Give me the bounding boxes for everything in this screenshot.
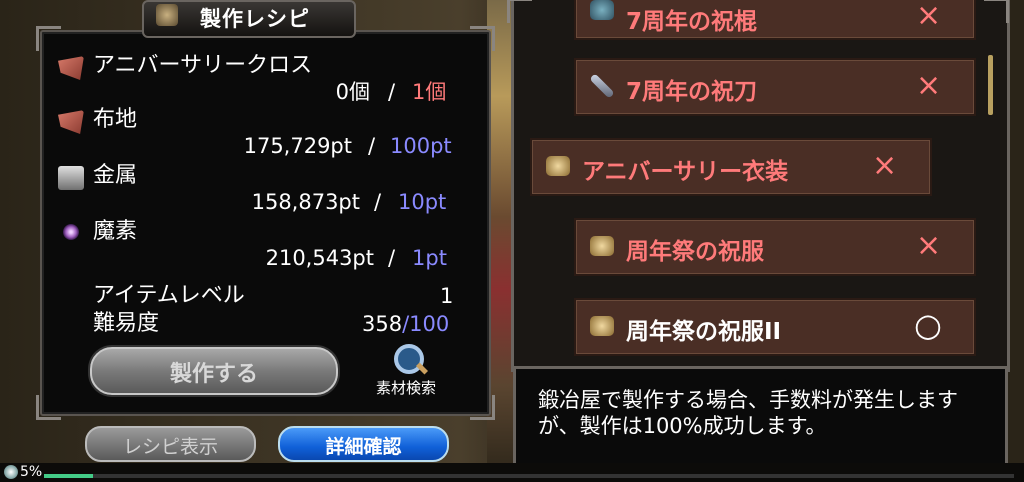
unavailable-mark: × bbox=[916, 0, 942, 33]
recipe-name: 7周年の祝棍 bbox=[626, 9, 758, 35]
material-name: 布地 bbox=[93, 107, 138, 132]
material-have: 210,543pt bbox=[265, 246, 374, 270]
recipe-book-icon bbox=[156, 4, 178, 26]
description-box: 鍛冶屋で製作する場合、手数料が発生しますが、製作は100%成功します。 bbox=[513, 366, 1008, 472]
panel-corner bbox=[984, 0, 1009, 23]
scrollbar[interactable] bbox=[988, 55, 993, 115]
recipe-name: 周年祭の祝服 bbox=[626, 239, 764, 265]
separator: / bbox=[368, 134, 376, 158]
craft-button[interactable]: 製作する bbox=[90, 347, 338, 395]
recipe-item[interactable]: 周年祭の祝服 × bbox=[574, 218, 976, 276]
status-bar bbox=[0, 463, 1024, 482]
recipe-name: 7周年の祝刀 bbox=[626, 79, 758, 105]
club-icon bbox=[590, 0, 614, 20]
sword-icon bbox=[589, 73, 615, 99]
item-level-value: 1 bbox=[440, 284, 454, 308]
difficulty-max: /100 bbox=[402, 312, 450, 336]
craft-button-label: 製作する bbox=[169, 362, 258, 387]
detail-check-button[interactable]: 詳細確認 bbox=[278, 426, 449, 462]
detail-check-label: 詳細確認 bbox=[325, 436, 402, 458]
progress-track bbox=[44, 474, 1014, 478]
panel-corner bbox=[36, 26, 61, 51]
panel-corner bbox=[470, 395, 495, 420]
progress-percent: 5% bbox=[20, 464, 43, 480]
separator: / bbox=[388, 246, 396, 270]
search-icon[interactable] bbox=[394, 344, 424, 374]
unavailable-mark: × bbox=[916, 68, 942, 103]
show-recipe-label: レシピ表示 bbox=[122, 436, 218, 458]
material-have: 175,729pt bbox=[243, 134, 352, 158]
material-name: 金属 bbox=[93, 163, 138, 188]
panel-corner bbox=[507, 0, 532, 23]
gem-icon bbox=[4, 465, 18, 479]
recipe-item[interactable]: 7周年の祝刀 × bbox=[574, 58, 976, 116]
material-need: 10pt bbox=[398, 190, 447, 214]
material-need: 100pt bbox=[390, 134, 452, 158]
material-have: 158,873pt bbox=[251, 190, 360, 214]
material-search-label[interactable]: 素材検索 bbox=[376, 376, 436, 400]
description-text: 鍛冶屋で製作する場合、手数料が発生しますが、製作は100%成功します。 bbox=[538, 388, 958, 438]
item-level-label: アイテムレベル bbox=[93, 283, 245, 308]
material-need: 1個 bbox=[412, 80, 447, 104]
material-name: 魔素 bbox=[93, 219, 138, 244]
recipe-item[interactable]: 周年祭の祝服II ○ bbox=[574, 298, 976, 356]
progress-fill bbox=[44, 474, 93, 478]
difficulty-label: 難易度 bbox=[93, 311, 160, 336]
panel-corner bbox=[36, 395, 61, 420]
scroll-icon bbox=[590, 236, 614, 256]
material-have: 0個 bbox=[335, 80, 370, 104]
separator: / bbox=[388, 80, 396, 104]
difficulty-value: 358/100 bbox=[362, 312, 450, 336]
scroll-icon bbox=[546, 156, 570, 176]
material-need: 1pt bbox=[412, 246, 447, 270]
unavailable-mark: × bbox=[916, 228, 942, 263]
recipe-name: 周年祭の祝服II bbox=[626, 319, 782, 345]
separator: / bbox=[374, 190, 382, 214]
available-mark: ○ bbox=[914, 306, 942, 344]
recipe-item[interactable]: 7周年の祝棍 × bbox=[574, 0, 976, 40]
scroll-icon bbox=[590, 316, 614, 336]
metal-icon bbox=[58, 166, 84, 190]
show-recipe-button[interactable]: レシピ表示 bbox=[85, 426, 256, 462]
panel-title: 製作レシピ bbox=[200, 7, 310, 31]
recipe-name: アニバーサリー衣装 bbox=[582, 159, 789, 185]
recipe-item-selected[interactable]: アニバーサリー衣装 × bbox=[530, 138, 932, 196]
unavailable-mark: × bbox=[872, 148, 898, 183]
material-name: アニバーサリークロス bbox=[93, 53, 313, 78]
panel-corner bbox=[470, 26, 495, 51]
magic-orb-icon bbox=[63, 224, 79, 240]
